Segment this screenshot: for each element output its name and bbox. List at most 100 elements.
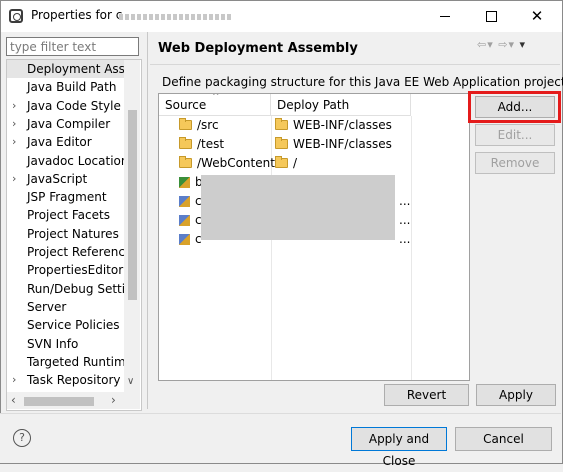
sort-ascending-icon: ^ (212, 93, 220, 102)
tree-item-label: SVN Info (27, 336, 79, 351)
jar-icon (179, 215, 190, 226)
scroll-down-arrow-icon[interactable]: ∨ (127, 376, 134, 387)
revert-button[interactable]: Revert (384, 384, 469, 406)
filter-input[interactable]: type filter text (6, 37, 139, 56)
tree-item[interactable]: › JavaScript (7, 170, 124, 188)
tree-item[interactable]: Java Build Path (7, 78, 124, 96)
tree-item[interactable]: › Task Repository (7, 371, 124, 389)
tree-item[interactable]: › Java Code Style (7, 97, 124, 115)
scroll-left-arrow-icon[interactable]: ‹ (11, 393, 16, 407)
apply-and-close-button[interactable]: Apply and Close (351, 427, 447, 468)
column-header-deploy-path[interactable]: Deploy Path (271, 94, 411, 116)
source-text: /test (197, 137, 225, 151)
scroll-thumb[interactable] (128, 110, 137, 300)
column-header-label: Source (165, 98, 207, 112)
source-cell: /test (179, 135, 224, 154)
forward-arrow-icon[interactable]: ⇨ (498, 38, 508, 51)
jar-icon (179, 234, 190, 245)
window-title: Properties for c (31, 8, 123, 22)
tree-item[interactable]: Javadoc Location (7, 152, 124, 170)
redacted-project-name (119, 14, 231, 20)
tree-item[interactable]: Run/Debug Settings (7, 280, 124, 298)
tree-item[interactable]: Project References (7, 243, 124, 261)
scroll-thumb[interactable] (24, 397, 94, 406)
folder-icon (275, 156, 288, 168)
deploy-text: / (293, 156, 298, 170)
library-icon (179, 177, 190, 188)
tree-item[interactable]: › Java Compiler (7, 115, 124, 133)
column-header-source[interactable]: Source ^ (159, 94, 271, 116)
expand-chevron-icon[interactable]: › (12, 371, 16, 389)
deploy-path-cell: WEB-INF/classes (275, 135, 392, 154)
tree-item[interactable]: PropertiesEditor (7, 261, 124, 279)
source-text: /WebContent (197, 156, 275, 170)
tree-item[interactable]: Targeted Runtimes (7, 353, 124, 371)
redacted-area (201, 175, 395, 240)
tree-item-label: Javadoc Location (27, 153, 124, 168)
tree-item-label: Project Natures (27, 226, 119, 241)
tree-item[interactable]: Project Natures (7, 225, 124, 243)
tree-item[interactable]: Project Facets (7, 206, 124, 224)
jar-icon (179, 196, 190, 207)
tree-item-label: Service Policies (27, 318, 120, 333)
table-row[interactable]: /test WEB-INF/classes (159, 135, 469, 154)
view-menu-icon[interactable]: ▾ (520, 38, 527, 51)
dropdown-icon[interactable]: ▾ (487, 38, 494, 51)
tree-item[interactable]: Service Policies (7, 316, 124, 334)
tree-item-label: Java Editor (27, 135, 92, 150)
minimize-button[interactable] (422, 1, 468, 32)
edit-button[interactable]: Edit... (475, 124, 555, 146)
highlight-box (468, 91, 561, 123)
tree-item[interactable]: Deployment Assembly (7, 60, 124, 78)
tree-item-label: Task Repository (27, 373, 121, 388)
tree-item[interactable]: Server (7, 298, 124, 316)
source-cell: /src (179, 116, 219, 135)
expand-chevron-icon[interactable]: › (12, 115, 16, 133)
header-separator (150, 64, 560, 65)
tree-item[interactable]: JSP Fragment (7, 188, 124, 206)
scroll-right-arrow-icon[interactable]: › (111, 393, 116, 407)
tree-item-label: Project Facets (27, 208, 110, 223)
deploy-text: ... (399, 213, 411, 227)
maximize-button[interactable] (468, 1, 514, 32)
expand-chevron-icon[interactable]: › (12, 170, 16, 188)
tree-item[interactable]: › Java Editor (7, 133, 124, 151)
pane-divider[interactable] (147, 32, 148, 409)
tree-item[interactable]: SVN Info (7, 335, 124, 353)
table-row[interactable]: /WebContent / (159, 154, 469, 173)
tree-item-label: Java Code Style (27, 98, 121, 113)
remove-button[interactable]: Remove (475, 152, 555, 174)
eclipse-app-icon (9, 9, 23, 23)
tree-item-label: Java Build Path (27, 80, 117, 95)
tree-item-label: PropertiesEditor (27, 263, 124, 278)
back-arrow-icon[interactable]: ⇦ (477, 38, 487, 51)
dropdown-icon[interactable]: ▾ (508, 38, 515, 51)
help-icon[interactable]: ? (13, 429, 31, 447)
tree-item-label: JSP Fragment (27, 190, 107, 205)
page-description: Define packaging structure for this Java… (162, 75, 563, 89)
expand-chevron-icon[interactable]: › (12, 97, 16, 115)
close-button[interactable]: ✕ (514, 1, 560, 32)
deploy-path-cell: WEB-INF/classes (275, 116, 392, 135)
page-title: Web Deployment Assembly (158, 41, 358, 56)
tree-item-label: Deployment Assembly (27, 62, 124, 76)
deploy-text: ... (399, 232, 411, 246)
tree-vertical-scrollbar[interactable]: ∨ (124, 60, 140, 392)
cancel-button[interactable]: Cancel (455, 427, 552, 451)
deploy-text: WEB-INF/classes (293, 118, 392, 132)
source-cell: /WebContent (179, 154, 275, 173)
apply-button[interactable]: Apply (476, 384, 556, 406)
deploy-text: WEB-INF/classes (293, 137, 392, 151)
tree-item-label: Run/Debug Settings (27, 281, 124, 296)
page-history-nav[interactable]: ⇦▾ ⇨▾ ▾ (477, 38, 526, 51)
table-row[interactable]: /src WEB-INF/classes (159, 116, 469, 135)
tree-item-label: Server (27, 299, 67, 314)
expand-chevron-icon[interactable]: › (12, 133, 16, 151)
deploy-text: ... (399, 194, 411, 208)
deploy-path-cell: / (275, 154, 297, 173)
column-header-label: Deploy Path (277, 98, 350, 112)
property-page-tree: Deployment Assembly Java Build Path › Java … (6, 59, 142, 411)
tree-horizontal-scrollbar[interactable]: ‹ › (7, 392, 140, 409)
folder-icon (179, 118, 192, 130)
folder-icon (179, 137, 192, 149)
